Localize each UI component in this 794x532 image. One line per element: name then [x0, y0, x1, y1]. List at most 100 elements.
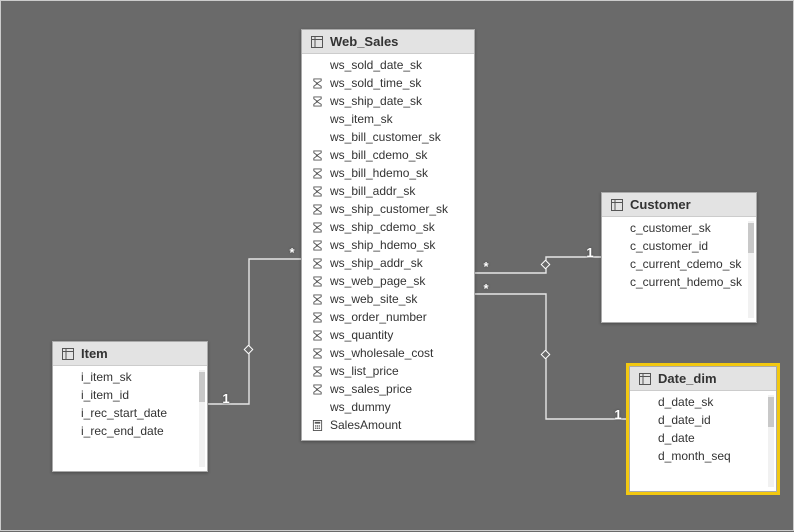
sigma-icon [310, 384, 324, 395]
scrollbar[interactable] [199, 370, 205, 467]
sigma-icon [310, 348, 324, 359]
field-row[interactable]: d_date [630, 429, 776, 447]
field-name: i_rec_end_date [81, 424, 164, 438]
scrollbar[interactable] [768, 395, 774, 487]
field-row[interactable]: ws_bill_addr_sk [302, 182, 474, 200]
field-row[interactable]: d_date_sk [630, 393, 776, 411]
sigma-icon [310, 240, 324, 251]
table-header[interactable]: Customer [602, 193, 756, 217]
field-row[interactable]: ws_quantity [302, 326, 474, 344]
cardinality-many: * [479, 259, 493, 274]
table-icon [310, 36, 324, 48]
scrollbar-thumb[interactable] [768, 397, 774, 427]
field-row[interactable]: ws_ship_customer_sk [302, 200, 474, 218]
field-row[interactable]: c_customer_id [602, 237, 756, 255]
cardinality-one: 1 [611, 407, 625, 422]
field-row[interactable]: i_rec_start_date [53, 404, 207, 422]
field-name: ws_bill_hdemo_sk [330, 166, 428, 180]
table-title: Web_Sales [330, 34, 398, 49]
field-name: ws_dummy [330, 400, 391, 414]
field-name: ws_sales_price [330, 382, 412, 396]
sigma-icon [310, 96, 324, 107]
table-title: Customer [630, 197, 691, 212]
field-name: i_item_id [81, 388, 129, 402]
field-name: ws_bill_addr_sk [330, 184, 415, 198]
field-row[interactable]: i_item_sk [53, 368, 207, 386]
field-row[interactable]: ws_ship_date_sk [302, 92, 474, 110]
field-name: ws_order_number [330, 310, 427, 324]
table-web-sales[interactable]: Web_Sales ws_sold_date_sk ws_sold_time_sk… [301, 29, 475, 441]
scrollbar[interactable] [748, 221, 754, 318]
field-name: ws_web_site_sk [330, 292, 417, 306]
table-body: d_date_sk d_date_id d_date d_month_seq [630, 391, 776, 491]
table-header[interactable]: Web_Sales [302, 30, 474, 54]
field-name: ws_sold_date_sk [330, 58, 422, 72]
field-row[interactable]: c_current_hdemo_sk [602, 273, 756, 291]
field-row[interactable]: SalesAmount [302, 416, 474, 434]
table-body: i_item_sk i_item_id i_rec_start_date i_r… [53, 366, 207, 471]
field-name: i_rec_start_date [81, 406, 167, 420]
table-icon [61, 348, 75, 360]
field-row[interactable]: ws_sold_time_sk [302, 74, 474, 92]
field-name: c_customer_sk [630, 221, 711, 235]
relationship-node[interactable] [244, 345, 254, 355]
table-body: ws_sold_date_sk ws_sold_time_sk ws_ship_da… [302, 54, 474, 440]
field-row[interactable]: ws_sold_date_sk [302, 56, 474, 74]
field-row[interactable]: ws_bill_customer_sk [302, 128, 474, 146]
field-row[interactable]: d_date_id [630, 411, 776, 429]
field-name: ws_ship_customer_sk [330, 202, 448, 216]
field-name: c_current_hdemo_sk [630, 275, 742, 289]
scrollbar-thumb[interactable] [748, 223, 754, 253]
field-row[interactable]: i_item_id [53, 386, 207, 404]
field-name: ws_ship_date_sk [330, 94, 422, 108]
relationship-node[interactable] [541, 260, 551, 270]
field-row[interactable]: ws_item_sk [302, 110, 474, 128]
field-row[interactable]: ws_list_price [302, 362, 474, 380]
field-row[interactable]: i_rec_end_date [53, 422, 207, 440]
table-body: c_customer_sk c_customer_id c_current_cd… [602, 217, 756, 322]
field-row[interactable]: ws_ship_addr_sk [302, 254, 474, 272]
sigma-icon [310, 312, 324, 323]
field-name: ws_wholesale_cost [330, 346, 433, 360]
field-row[interactable]: ws_ship_hdemo_sk [302, 236, 474, 254]
field-name: d_date [658, 431, 695, 445]
field-row[interactable]: d_month_seq [630, 447, 776, 465]
field-row[interactable]: c_customer_sk [602, 219, 756, 237]
field-row[interactable]: ws_ship_cdemo_sk [302, 218, 474, 236]
table-title: Item [81, 346, 108, 361]
table-item[interactable]: Item i_item_sk i_item_id i_rec_start_dat… [52, 341, 208, 472]
field-name: ws_ship_addr_sk [330, 256, 423, 270]
field-row[interactable]: ws_bill_hdemo_sk [302, 164, 474, 182]
relationship-node[interactable] [541, 350, 551, 360]
field-row[interactable]: ws_dummy [302, 398, 474, 416]
field-row[interactable]: ws_web_site_sk [302, 290, 474, 308]
field-name: ws_ship_cdemo_sk [330, 220, 435, 234]
sigma-icon [310, 186, 324, 197]
field-name: c_current_cdemo_sk [630, 257, 741, 271]
table-title: Date_dim [658, 371, 717, 386]
field-row[interactable]: ws_order_number [302, 308, 474, 326]
sigma-icon [310, 366, 324, 377]
field-name: ws_sold_time_sk [330, 76, 421, 90]
field-row[interactable]: c_current_cdemo_sk [602, 255, 756, 273]
field-row[interactable]: ws_bill_cdemo_sk [302, 146, 474, 164]
table-header[interactable]: Item [53, 342, 207, 366]
table-header[interactable]: Date_dim [630, 367, 776, 391]
cardinality-many: * [285, 245, 299, 260]
scrollbar-thumb[interactable] [199, 372, 205, 402]
field-name: i_item_sk [81, 370, 132, 384]
field-row[interactable]: ws_web_page_sk [302, 272, 474, 290]
field-row[interactable]: ws_sales_price [302, 380, 474, 398]
sigma-icon [310, 150, 324, 161]
table-icon [610, 199, 624, 211]
table-date-dim[interactable]: Date_dim d_date_sk d_date_id d_date d_mo… [629, 366, 777, 492]
field-name: ws_quantity [330, 328, 393, 342]
sigma-icon [310, 78, 324, 89]
field-name: c_customer_id [630, 239, 708, 253]
field-name: d_month_seq [658, 449, 731, 463]
sigma-icon [310, 294, 324, 305]
field-row[interactable]: ws_wholesale_cost [302, 344, 474, 362]
sigma-icon [310, 276, 324, 287]
table-customer[interactable]: Customer c_customer_sk c_customer_id c_c… [601, 192, 757, 323]
sigma-icon [310, 258, 324, 269]
